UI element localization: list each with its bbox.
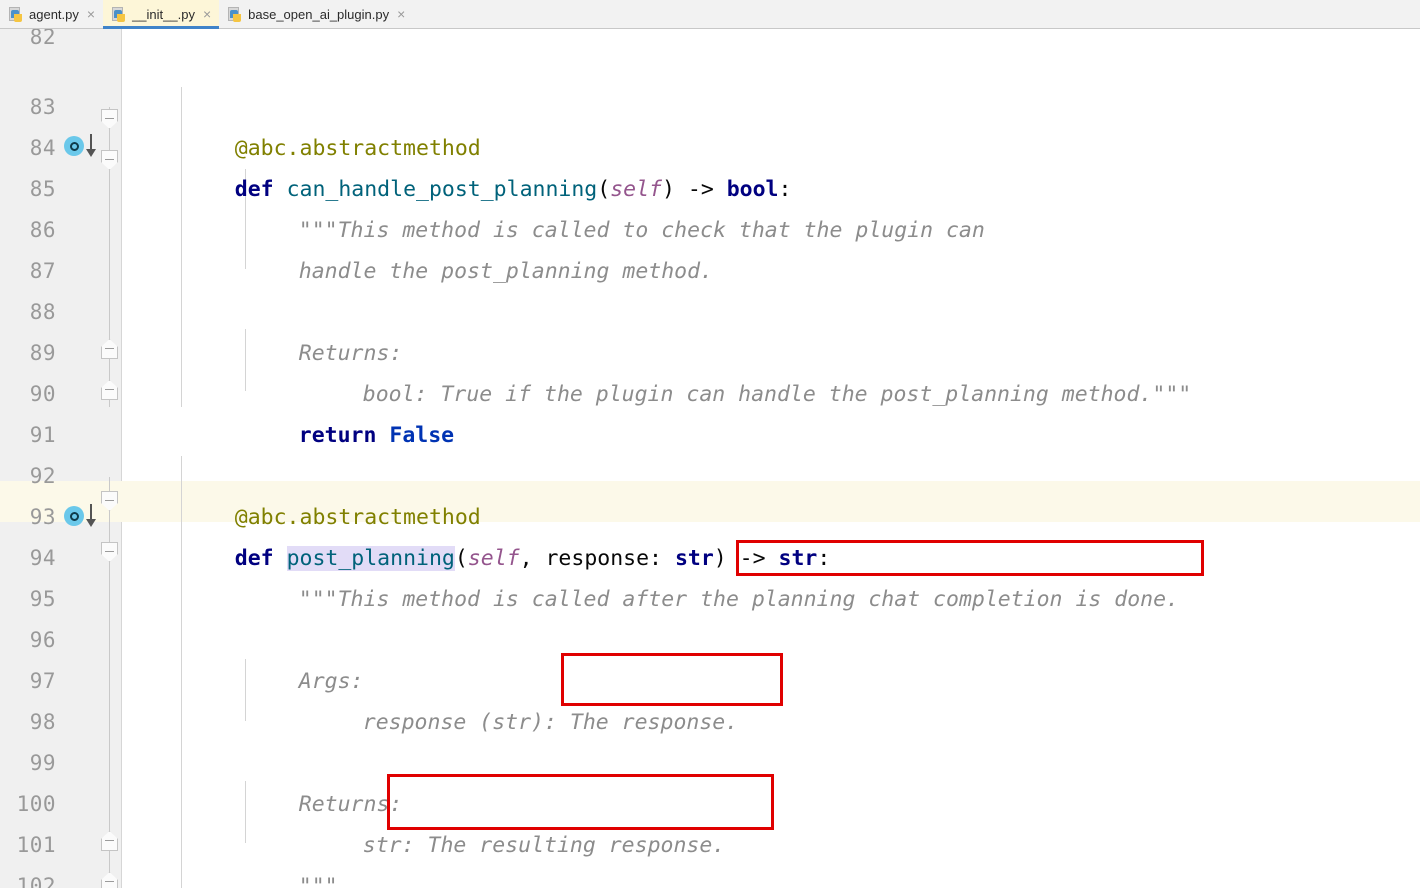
python-file-icon xyxy=(228,6,242,22)
line-number: 101 xyxy=(16,833,56,857)
python-file-icon xyxy=(9,6,23,22)
abstract-method-marker-icon[interactable] xyxy=(64,504,98,528)
line-number: 93 xyxy=(29,505,56,529)
line-number: 96 xyxy=(29,628,56,652)
fold-marker-84[interactable] xyxy=(101,109,118,129)
docstring-text: is done. xyxy=(1062,587,1179,613)
indent-guide xyxy=(181,87,182,407)
docstring-text: """This method is called after xyxy=(298,587,701,613)
line-number: 85 xyxy=(29,177,56,201)
editor-tab-bar: agent.py × __init__.py × base_open_ai_pl… xyxy=(0,0,1420,29)
docstring-text: handle the post_planning method. xyxy=(298,259,713,285)
line-number: 98 xyxy=(29,710,56,734)
close-icon[interactable]: × xyxy=(202,7,212,21)
fold-marker-85[interactable] xyxy=(101,150,118,170)
fold-marker-94[interactable] xyxy=(101,542,118,562)
line-number: 90 xyxy=(29,382,56,406)
indent-guide xyxy=(245,659,246,721)
line-number: 88 xyxy=(29,300,56,324)
line-number: 86 xyxy=(29,218,56,242)
close-icon[interactable]: × xyxy=(396,7,406,21)
gutter-divider xyxy=(121,29,122,888)
line-number: 92 xyxy=(29,464,56,488)
indent-guide xyxy=(245,329,246,391)
fold-marker-102[interactable] xyxy=(101,872,118,888)
keyword-return: return xyxy=(298,423,377,449)
python-file-icon xyxy=(112,6,126,22)
tab-label: base_open_ai_plugin.py xyxy=(248,6,390,22)
line-number: 91 xyxy=(29,423,56,447)
line-number: 83 xyxy=(29,95,56,119)
tab-agent-py[interactable]: agent.py × xyxy=(0,0,103,28)
line-number: 89 xyxy=(29,341,56,365)
annotated-text-response: The response. xyxy=(569,710,739,736)
fold-marker-90[interactable] xyxy=(101,380,118,400)
annotated-text-planning: the planning chat completion xyxy=(700,587,1063,613)
line-number: 87 xyxy=(29,259,56,283)
fold-connector-line xyxy=(109,477,110,888)
line-number: 84 xyxy=(29,136,56,160)
line-number: 95 xyxy=(29,587,56,611)
indent-guide xyxy=(245,781,246,843)
fold-marker-89[interactable] xyxy=(101,339,118,359)
tab-label: agent.py xyxy=(29,6,79,22)
boolean-literal: False xyxy=(389,423,455,449)
indent-guide xyxy=(181,456,182,888)
code-editor[interactable]: 82 83 84 85 86 87 88 89 90 91 92 93 94 9… xyxy=(0,29,1420,888)
line-number: 102 xyxy=(16,874,56,888)
abstract-method-marker-icon[interactable] xyxy=(64,134,98,158)
line-number: 82 xyxy=(29,29,56,49)
close-icon[interactable]: × xyxy=(86,7,96,21)
docstring-text: response (str): xyxy=(362,710,570,736)
tab-base-open-ai-plugin-py[interactable]: base_open_ai_plugin.py × xyxy=(219,0,413,28)
line-number: 100 xyxy=(16,792,56,816)
code-line-102[interactable]: pass xyxy=(247,866,1420,888)
tab-label: __init__.py xyxy=(132,6,195,22)
fold-marker-101[interactable] xyxy=(101,831,118,851)
line-number: 99 xyxy=(29,751,56,775)
line-number: 94 xyxy=(29,546,56,570)
fold-marker-93[interactable] xyxy=(101,491,118,511)
tab-init-py[interactable]: __init__.py × xyxy=(103,0,220,29)
line-number: 97 xyxy=(29,669,56,693)
